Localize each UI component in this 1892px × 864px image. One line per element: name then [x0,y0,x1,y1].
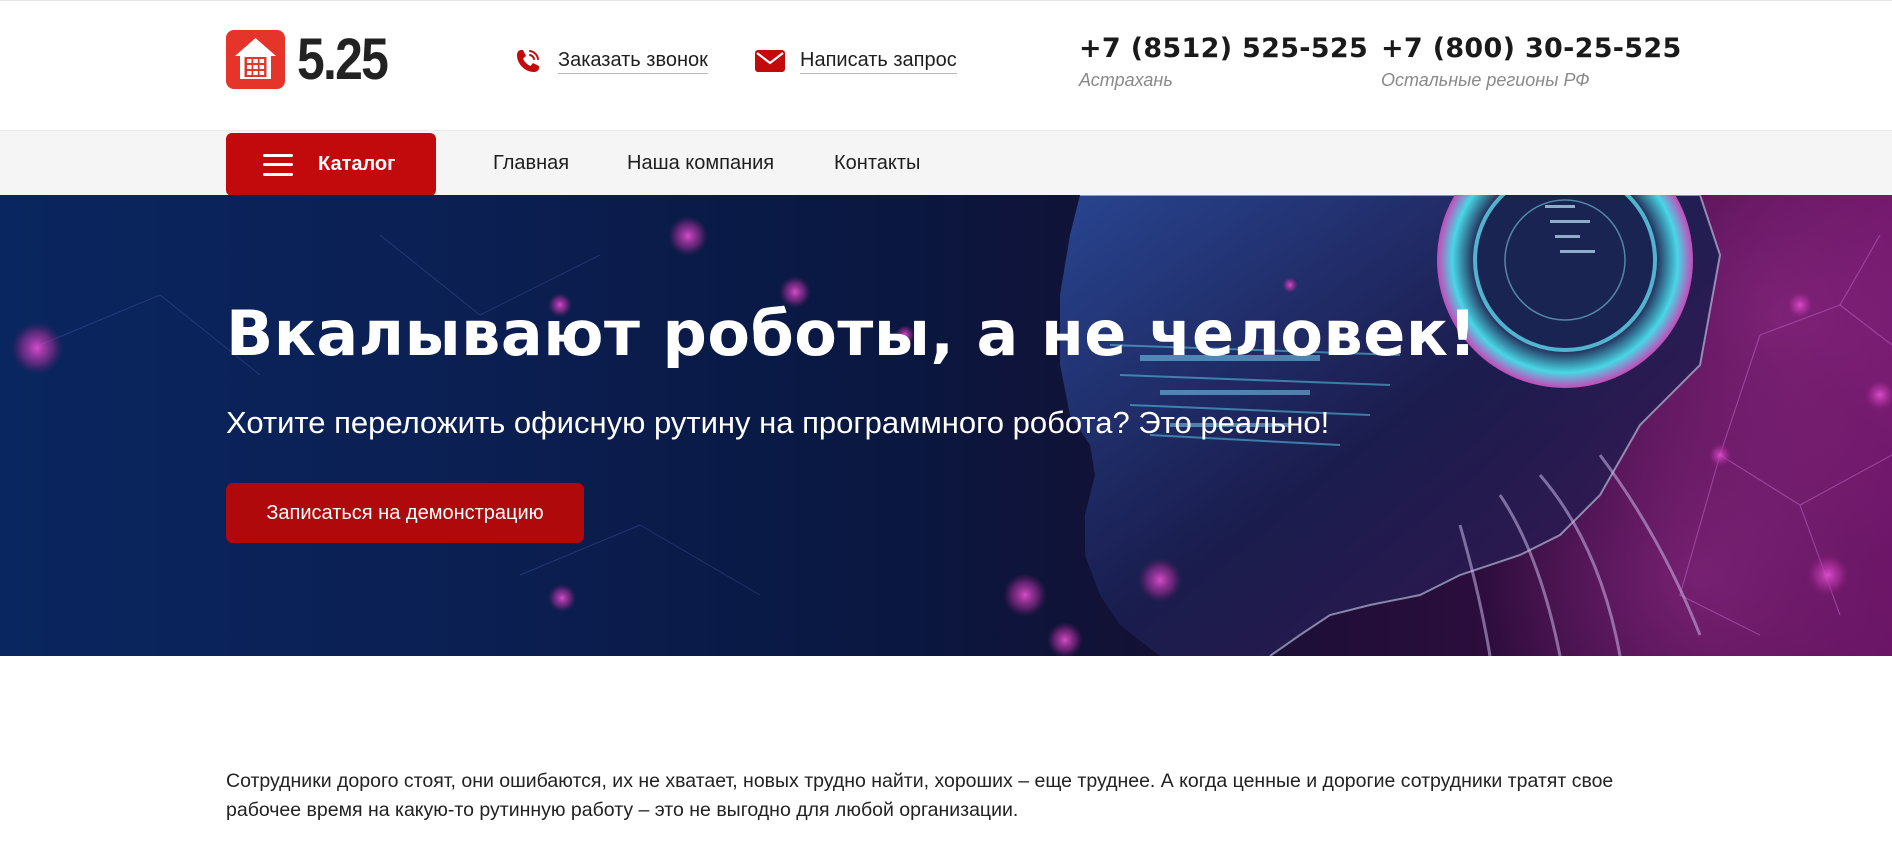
phone-region: Астрахань [1079,70,1173,90]
phone-number[interactable]: +7 (800) 30-25-525 [1381,33,1682,65]
envelope-icon [754,47,786,75]
callback-label: Заказать звонок [558,48,708,74]
catalog-label: Каталог [318,153,396,175]
hero-banner: Вкалывают роботы, а не человек! Хотите п… [0,195,1892,656]
hero-subtitle: Хотите переложить офисную рутину на прог… [226,405,1330,440]
request-link[interactable]: Написать запрос [754,47,957,75]
intro-paragraph: Сотрудники дорого стоят, они ошибаются, … [226,770,1614,821]
demo-signup-button[interactable]: Записаться на демонстрацию [226,483,584,543]
catalog-button[interactable]: Каталог [226,133,436,196]
phone-number[interactable]: +7 (8512) 525-525 [1079,33,1368,65]
site-header: 5.25 Заказать звонок Написать запрос +7 … [0,0,1892,130]
phone-russia[interactable]: +7 (800) 30-25-525 Остальные регионы РФ [1381,33,1682,91]
phone-region: Остальные регионы РФ [1381,70,1590,90]
logo-text: 5.25 [297,26,389,92]
main-nav: Каталог Главная Наша компания Контакты [0,130,1892,196]
callback-link[interactable]: Заказать звонок [512,47,708,75]
site-logo[interactable]: 5.25 [226,30,402,89]
phone-astrakhan[interactable]: +7 (8512) 525-525 Астрахань [1079,33,1368,91]
nav-item-home[interactable]: Главная [493,152,569,175]
nav-item-contacts[interactable]: Контакты [834,152,920,175]
hero-title: Вкалывают роботы, а не человек! [226,297,1478,370]
request-label: Написать запрос [800,48,957,74]
nav-item-company[interactable]: Наша компания [627,152,774,175]
phone-icon [512,47,544,75]
hamburger-menu-icon [263,153,293,176]
house-logo-icon [226,30,285,89]
